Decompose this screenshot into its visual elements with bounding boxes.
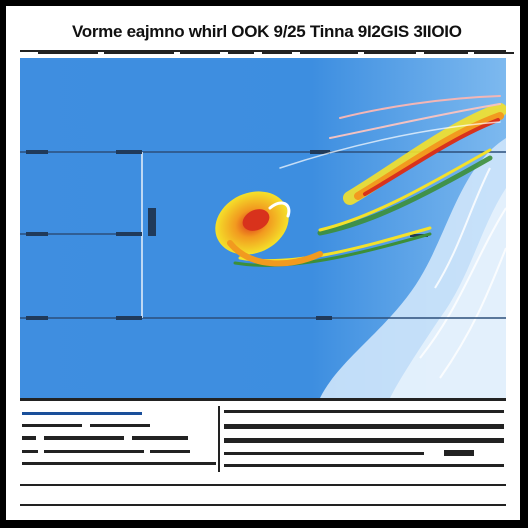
footer-rule-1 bbox=[20, 484, 506, 486]
subtitle-dotted-row bbox=[38, 52, 514, 54]
page-title: Vorme eajmno whirl OOK 9/25 Tinna 9I2GIS… bbox=[72, 22, 462, 41]
title-bar: Vorme eajmno whirl OOK 9/25 Tinna 9I2GIS… bbox=[20, 16, 514, 54]
plot-canvas bbox=[20, 58, 506, 398]
legend-panel-left bbox=[20, 406, 220, 472]
weather-map-plot bbox=[20, 58, 506, 401]
info-panel bbox=[20, 406, 506, 476]
legend-right-rows bbox=[224, 410, 504, 467]
figure-page: Vorme eajmno whirl OOK 9/25 Tinna 9I2GIS… bbox=[6, 6, 520, 520]
footer-rule-2 bbox=[20, 504, 506, 506]
legend-panel-right bbox=[224, 406, 506, 472]
legend-left-rows bbox=[22, 412, 216, 465]
